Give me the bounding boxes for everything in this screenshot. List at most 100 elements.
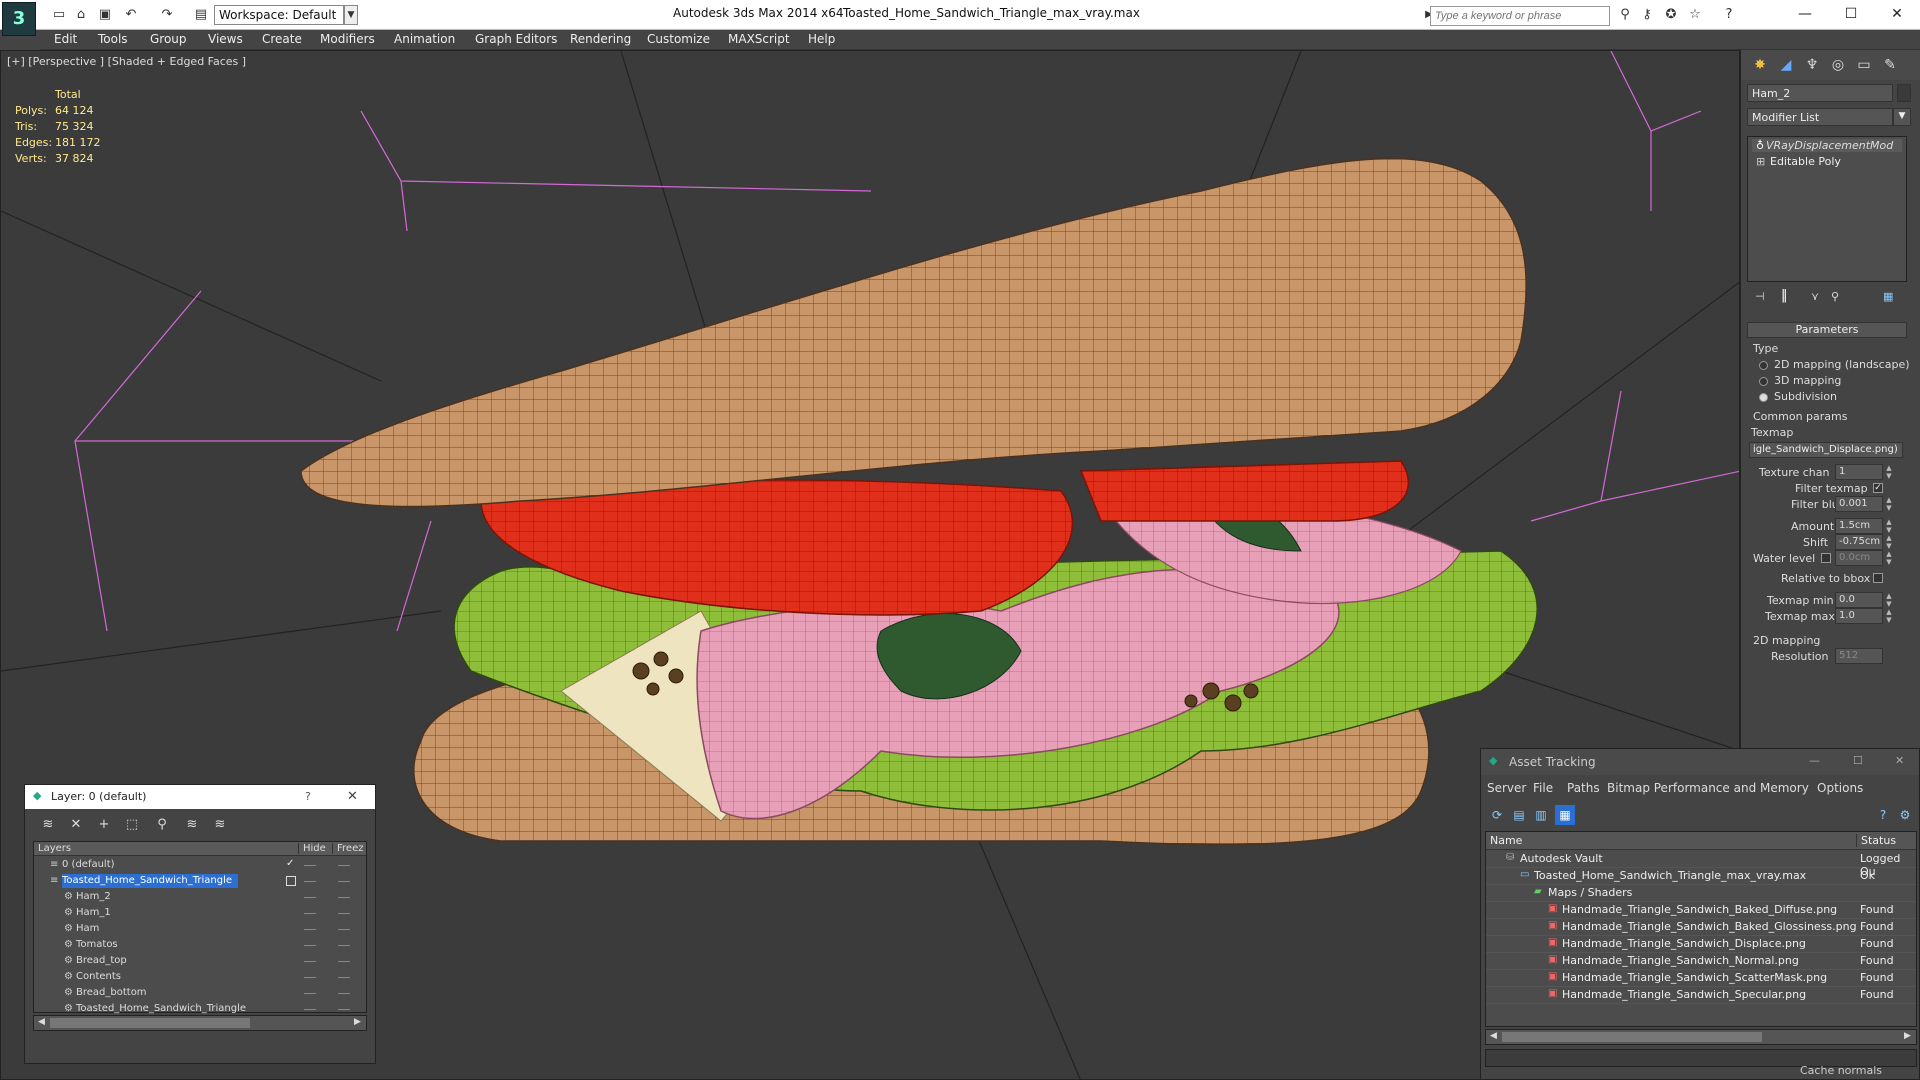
menu-customize[interactable]: Customize bbox=[647, 32, 710, 46]
modify-tab-icon[interactable]: ◢ bbox=[1775, 54, 1797, 76]
freeze-toggle[interactable] bbox=[338, 993, 350, 994]
radio-2d-icon[interactable] bbox=[1759, 360, 1768, 370]
project-folder-icon[interactable]: ▤ bbox=[190, 4, 212, 26]
radio-subdivision[interactable]: Subdivision bbox=[1759, 390, 1837, 403]
filter-blur-spinner-icon[interactable]: ▲ ▼ bbox=[1885, 496, 1893, 512]
utilities-tab-icon[interactable]: ✎ bbox=[1879, 54, 1901, 76]
expand-plus-icon[interactable]: ⊞ bbox=[1756, 155, 1765, 168]
menu-group[interactable]: Group bbox=[150, 32, 187, 46]
object-color-swatch[interactable] bbox=[1897, 84, 1911, 102]
amount-field[interactable]: 1.5cm bbox=[1835, 518, 1883, 534]
layer-row[interactable]: ⚙ Tomatos bbox=[34, 938, 366, 954]
asset-row[interactable]: ▰ Maps / Shaders bbox=[1486, 885, 1916, 902]
open-file-icon[interactable]: ⌂ bbox=[70, 4, 92, 26]
shift-field[interactable]: -0.75cm bbox=[1835, 534, 1883, 550]
hide-toggle[interactable] bbox=[304, 1009, 316, 1010]
freeze-toggle[interactable] bbox=[338, 1009, 350, 1010]
water-level-field[interactable]: 0.0cm bbox=[1835, 550, 1883, 566]
asset-row[interactable]: ▣ Handmade_Triangle_Sandwich_Specular.png… bbox=[1486, 987, 1916, 1004]
layer-row[interactable]: ⚙ Ham_1 bbox=[34, 906, 366, 922]
minimize-button[interactable]: — bbox=[1782, 0, 1828, 30]
delete-layer-icon[interactable]: ✕ bbox=[65, 815, 87, 835]
water-level-spinner-icon[interactable]: ▲ ▼ bbox=[1885, 550, 1893, 566]
show-end-result-icon[interactable]: ‖ bbox=[1781, 288, 1788, 303]
texture-chan-spinner-icon[interactable]: ▲ ▼ bbox=[1885, 464, 1893, 480]
maximize-button[interactable]: ☐ bbox=[1828, 0, 1874, 30]
layer-row[interactable]: ⚙ Bread_top bbox=[34, 954, 366, 970]
texture-chan-field[interactable]: 1 bbox=[1835, 464, 1883, 480]
asset-help-icon[interactable]: ? bbox=[1873, 805, 1893, 825]
col-status[interactable]: Status bbox=[1856, 834, 1896, 847]
menu-modifiers[interactable]: Modifiers bbox=[320, 32, 375, 46]
radio-2d-mapping[interactable]: 2D mapping (landscape) bbox=[1759, 358, 1910, 371]
freeze-toggle[interactable] bbox=[338, 881, 350, 882]
texmap-max-field[interactable]: 1.0 bbox=[1835, 608, 1883, 624]
hide-toggle[interactable] bbox=[304, 881, 316, 882]
asset-scroll-right-icon[interactable]: ▶ bbox=[1904, 1031, 1911, 1041]
workspace-dropdown-icon[interactable]: ▼ bbox=[344, 5, 358, 25]
menu-create[interactable]: Create bbox=[262, 32, 302, 46]
freeze-toggle[interactable] bbox=[338, 977, 350, 978]
new-file-icon[interactable]: ▭ bbox=[48, 4, 70, 26]
asset-menu-bitmap[interactable]: Bitmap Performance and Memory bbox=[1607, 781, 1809, 795]
asset-row[interactable]: ▣ Handmade_Triangle_Sandwich_ScatterMask.… bbox=[1486, 970, 1916, 987]
texmap-min-field[interactable]: 0.0 bbox=[1835, 592, 1883, 608]
amount-spinner-icon[interactable]: ▲ ▼ bbox=[1885, 518, 1893, 534]
menu-animation[interactable]: Animation bbox=[394, 32, 455, 46]
shift-spinner-icon[interactable]: ▲ ▼ bbox=[1885, 534, 1893, 550]
asset-minimize-icon[interactable]: — bbox=[1809, 754, 1820, 767]
col-freeze[interactable]: Freez bbox=[332, 843, 363, 854]
scroll-thumb[interactable] bbox=[50, 1018, 250, 1028]
layer-row[interactable]: ≡ 0 (default) ✓ bbox=[34, 858, 366, 874]
filter-blur-field[interactable]: 0.001 bbox=[1835, 496, 1883, 512]
asset-row[interactable]: ▣ Handmade_Triangle_Sandwich_Baked_Diffus… bbox=[1486, 902, 1916, 919]
close-window-button[interactable]: ✕ bbox=[1874, 0, 1920, 30]
search-input[interactable] bbox=[1430, 6, 1610, 26]
modifier-list-arrow-icon[interactable]: ▼ bbox=[1893, 108, 1911, 126]
communication-icon[interactable]: ✪ bbox=[1660, 4, 1682, 26]
texmap-min-spinner-icon[interactable]: ▲ ▼ bbox=[1885, 592, 1893, 608]
hide-toggle[interactable] bbox=[304, 945, 316, 946]
modifier-list-dropdown[interactable]: Modifier List bbox=[1747, 108, 1893, 126]
motion-tab-icon[interactable]: ◎ bbox=[1827, 54, 1849, 76]
water-level-checkbox[interactable] bbox=[1821, 553, 1831, 563]
resolution-field[interactable]: 512 bbox=[1835, 648, 1883, 664]
hide-toggle[interactable] bbox=[304, 897, 316, 898]
asset-menu-paths[interactable]: Paths bbox=[1567, 781, 1600, 795]
create-tab-icon[interactable]: ✸ bbox=[1749, 54, 1771, 76]
list-view-icon[interactable]: ▤ bbox=[1509, 805, 1529, 825]
layer-row[interactable]: ⚙ Ham bbox=[34, 922, 366, 938]
details-view-icon[interactable]: ▥ bbox=[1531, 805, 1551, 825]
app-logo-icon[interactable]: 3 bbox=[2, 2, 36, 36]
stack-item-editable-poly[interactable]: Editable Poly bbox=[1770, 155, 1841, 168]
pin-stack-icon[interactable]: ⊣ bbox=[1755, 290, 1765, 303]
asset-horizontal-scrollbar[interactable]: ◀ ▶ bbox=[1485, 1029, 1917, 1045]
menu-views[interactable]: Views bbox=[208, 32, 243, 46]
parameters-rollout[interactable]: Parameters bbox=[1747, 322, 1907, 338]
scroll-left-icon[interactable]: ◀ bbox=[38, 1017, 45, 1027]
stack-item-vraydisplacement[interactable]: VRayDisplacementMod bbox=[1752, 139, 1902, 152]
asset-menu-file[interactable]: File bbox=[1533, 781, 1553, 795]
asset-row[interactable]: ▣ Handmade_Triangle_Sandwich_Normal.png Fo… bbox=[1486, 953, 1916, 970]
hide-all-layers-icon[interactable]: ≋ bbox=[181, 815, 203, 835]
binoculars-icon[interactable]: ⚲ bbox=[1614, 4, 1636, 26]
asset-scroll-thumb[interactable] bbox=[1502, 1032, 1762, 1042]
freeze-toggle[interactable] bbox=[338, 897, 350, 898]
hide-toggle[interactable] bbox=[304, 913, 316, 914]
menu-maxscript[interactable]: MAXScript bbox=[728, 32, 790, 46]
radio-3d-icon[interactable] bbox=[1759, 376, 1768, 386]
layer-horizontal-scrollbar[interactable]: ◀ ▶ bbox=[33, 1015, 367, 1031]
asset-close-icon[interactable]: ✕ bbox=[1895, 754, 1904, 767]
asset-settings-icon[interactable]: ⚙ bbox=[1895, 805, 1915, 825]
asset-row[interactable]: ▭ Toasted_Home_Sandwich_Triangle_max_vray… bbox=[1486, 868, 1916, 885]
relative-to-bbox-checkbox[interactable] bbox=[1873, 573, 1883, 583]
menu-help[interactable]: Help bbox=[808, 32, 835, 46]
layer-row[interactable]: ⚙ Contents bbox=[34, 970, 366, 986]
favorites-star-icon[interactable]: ☆ bbox=[1684, 4, 1706, 26]
subscription-icon[interactable]: ⚷ bbox=[1636, 4, 1658, 26]
save-file-icon[interactable]: ▣ bbox=[94, 4, 116, 26]
asset-menu-options[interactable]: Options bbox=[1817, 781, 1863, 795]
set-current-layer-icon[interactable] bbox=[286, 876, 296, 886]
texmap-button[interactable]: igle_Sandwich_Displace.png) bbox=[1749, 442, 1903, 458]
filter-texmap-checkbox[interactable]: ✓ bbox=[1873, 483, 1883, 493]
